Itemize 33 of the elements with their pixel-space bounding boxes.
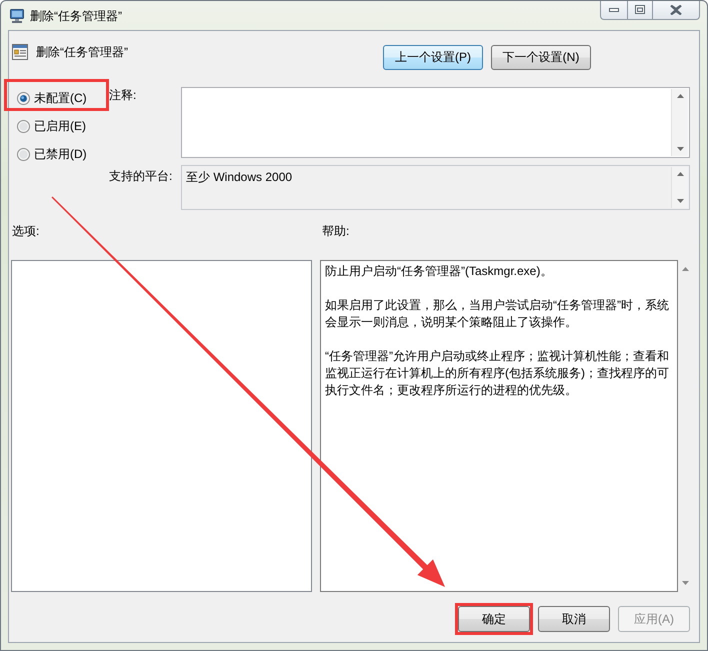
dialog-button[interactable]: 取消 <box>538 606 610 632</box>
close-icon <box>670 4 682 14</box>
maximize-icon <box>635 5 645 14</box>
comment-field[interactable] <box>181 87 690 158</box>
radio-option[interactable]: 已禁用(D) <box>17 144 108 164</box>
scroll-up-icon[interactable] <box>676 94 684 98</box>
computer-icon <box>9 8 25 24</box>
platform-value: 至少 Windows 2000 <box>186 170 292 184</box>
maximize-button[interactable] <box>627 1 653 20</box>
window-title: 删除“任务管理器” <box>30 8 122 24</box>
close-button[interactable] <box>653 1 700 20</box>
section-label: 选项: <box>11 224 40 238</box>
scroll-down-icon[interactable] <box>682 581 688 585</box>
minimize-button[interactable] <box>600 1 627 20</box>
radio-option[interactable]: 未配置(C) <box>17 88 108 108</box>
field-label: 支持的平台: <box>108 168 172 183</box>
field-label: 注释: <box>108 87 136 102</box>
scroll-up-icon[interactable] <box>676 172 684 176</box>
help-paragraph: 防止用户启动“任务管理器”(Taskmgr.exe)。 <box>325 263 554 280</box>
help-paragraph: 如果启用了此设置，那么，当用户尝试启动“任务管理器”时，系统会显示一则消息，说明某个策略阻止了该操作。 <box>325 297 670 331</box>
window-list-icon <box>12 44 28 60</box>
scroll-down-icon[interactable] <box>676 199 684 203</box>
policy-title: 删除“任务管理器” <box>36 44 128 60</box>
section-label: 帮助: <box>321 224 350 238</box>
help-paragraph: “任务管理器”允许用户启动或终止程序；监视计算机性能；查看和监视正运行在计算机上的所有程序(包括系统服务)；查找程序的可执行文件名；更改程序所运行的进程的优先级。 <box>325 348 670 399</box>
minimize-icon <box>609 8 619 12</box>
scrollbar[interactable] <box>671 89 688 156</box>
scroll-down-icon[interactable] <box>676 147 684 151</box>
radio-option[interactable]: 已启用(E) <box>17 116 108 136</box>
scroll-up-icon[interactable] <box>682 267 688 271</box>
nav-button[interactable]: 上一个设置(P) <box>383 45 483 70</box>
nav-button[interactable]: 下一个设置(N) <box>491 45 591 70</box>
dialog-button[interactable]: 确定 <box>458 606 530 632</box>
